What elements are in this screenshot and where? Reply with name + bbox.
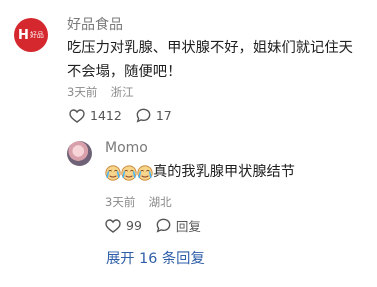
comment-meta: 3天前 浙江 bbox=[67, 84, 134, 100]
crying-face-emoji-3 bbox=[137, 165, 153, 181]
reply-time: 3天前 bbox=[105, 195, 136, 209]
reply-button-label: 回复 bbox=[175, 219, 201, 234]
comment-bubble-icon bbox=[136, 108, 151, 123]
comment-author[interactable]: 好品食品 bbox=[67, 14, 123, 34]
reply-avatar[interactable] bbox=[67, 141, 92, 166]
crying-face-emoji-2 bbox=[121, 165, 137, 181]
brand-avatar[interactable]: H 好品 bbox=[14, 18, 48, 52]
comment-actions: 1412 17 bbox=[69, 108, 186, 123]
comment-card: H 好品 好品食品 吃压力对乳腺、甲状腺不好，姐妹们就记住天不会塌，随便吧！ 3… bbox=[0, 0, 377, 287]
reply-author[interactable]: Momo bbox=[105, 140, 148, 156]
reply-button[interactable]: 回复 bbox=[156, 216, 201, 235]
brand-logo-text: 好品 bbox=[29, 30, 44, 39]
reply-text: 真的我乳腺甲状腺结节 bbox=[153, 164, 295, 180]
reply-like-count: 99 bbox=[126, 218, 142, 233]
comment-like-button[interactable]: 1412 bbox=[69, 108, 122, 123]
heart-outline-icon bbox=[105, 218, 121, 233]
expand-replies-link[interactable]: 展开 16 条回复 bbox=[106, 247, 205, 268]
comment-text: 吃压力对乳腺、甲状腺不好，姐妹们就记住天不会塌，随便吧！ bbox=[67, 40, 353, 80]
comment-bubble-icon bbox=[156, 218, 171, 233]
crying-face-emoji-1 bbox=[105, 165, 121, 181]
heart-outline-icon bbox=[69, 108, 85, 123]
expand-replies-label: 展开 16 条回复 bbox=[106, 251, 205, 267]
reply-content: 真的我乳腺甲状腺结节 bbox=[105, 163, 295, 181]
comment-time: 3天前 bbox=[67, 85, 98, 99]
reply-actions: 99 回复 bbox=[105, 216, 215, 235]
reply-item: Momo 真的我乳腺甲状腺结节 3天前 湖北 99 回复 bbox=[67, 140, 367, 242]
reply-meta: 3天前 湖北 bbox=[105, 194, 172, 210]
reply-location: 湖北 bbox=[148, 195, 172, 209]
comment-reply-button[interactable]: 17 bbox=[136, 108, 172, 123]
comment-like-count: 1412 bbox=[90, 108, 122, 123]
comment-location: 浙江 bbox=[110, 85, 134, 99]
comment-reply-count: 17 bbox=[155, 108, 172, 123]
reply-like-button[interactable]: 99 bbox=[105, 218, 142, 233]
brand-logo-letter: H bbox=[18, 27, 29, 43]
